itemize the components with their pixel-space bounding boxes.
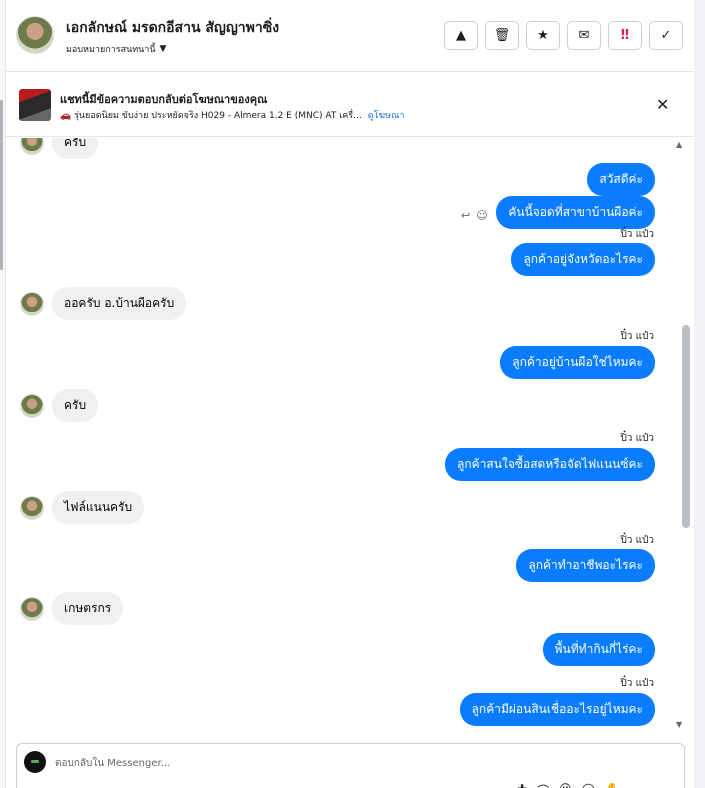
check-icon: ✓: [660, 28, 672, 43]
banner-title: แชทนี้มีข้อความตอบกลับต่อโฆษณาของคุณ: [60, 93, 268, 106]
envelope-icon: ✉: [578, 28, 590, 43]
message-bubble-outgoing[interactable]: ลูกค้าอยู่จังหวัดอะไรคะ: [511, 243, 655, 276]
message-bubble-outgoing[interactable]: ลูกค้าอยู่บ้านผือใช่ไหมคะ: [500, 346, 655, 379]
reply-input[interactable]: ตอบกลับใน Messenger...: [55, 756, 170, 771]
seen-by-label: ปิ๋ว แป๋ว: [620, 678, 654, 689]
ad-reply-banner: แชทนี้มีข้อความตอบกลับต่อโฆษณาของคุณ 🚗 ร…: [6, 73, 694, 137]
avatar: [20, 393, 44, 418]
message-bubble-outgoing[interactable]: พื้นที่ทำกินกี่ไร่คะ: [542, 633, 655, 666]
chat-scrollbar-thumb[interactable]: [682, 325, 690, 528]
seen-by-label: ปิ๋ว แป๋ว: [620, 331, 654, 342]
like-icon[interactable]: ✋: [605, 782, 620, 788]
message-bubble[interactable]: เกษตรกร: [52, 592, 124, 625]
header-actions: ▲ 🗑 ★ ✉ ‼ ✓: [444, 21, 683, 50]
caret-down-icon: ▼: [159, 44, 167, 54]
warning-icon: ▲: [456, 28, 466, 43]
message-incoming: เกษตรกร: [20, 592, 124, 625]
message-bubble[interactable]: ออครับ อ.บ้านผือครับ: [52, 287, 187, 320]
conversation-header: เอกลักษณ์ มรดกอีสาน สัญญาพาซิ่ง มอบหมายก…: [6, 0, 694, 72]
trash-icon: 🗑: [493, 28, 511, 43]
message-incoming: ออครับ อ.บ้านผือครับ: [20, 287, 187, 320]
tool-icon[interactable]: ✚: [517, 782, 527, 788]
warning-button[interactable]: ▲: [444, 21, 478, 50]
exclamation-icon: ‼: [620, 28, 630, 43]
message-bubble-outgoing[interactable]: คันนี้จอดที่สาขาบ้านผือค่ะ: [496, 196, 655, 229]
message-bubble-outgoing[interactable]: สวัสดีค่ะ: [587, 163, 655, 196]
contact-name[interactable]: เอกลักษณ์ มรดกอีสาน สัญญาพาซิ่ง: [66, 17, 279, 39]
message-actions: ↩ ☺: [461, 209, 488, 222]
page-avatar: [24, 751, 46, 773]
seen-by-label: ปิ๋ว แป๋ว: [620, 433, 654, 444]
contact-avatar[interactable]: [16, 16, 54, 54]
close-icon[interactable]: ✕: [656, 95, 669, 114]
reply-icon[interactable]: ↩: [461, 209, 470, 222]
delete-button[interactable]: 🗑: [485, 21, 519, 50]
message-bubble[interactable]: ไฟล์แนนครับ: [52, 491, 145, 524]
left-scrollbar[interactable]: [0, 100, 3, 270]
message-bubble[interactable]: ครับ: [52, 389, 99, 422]
message-bubble-outgoing[interactable]: ลูกค้ามีผ่อนสินเชื่ออะไรอยู่ไหมคะ: [459, 693, 655, 726]
avatar: [20, 291, 44, 316]
emoji-icon[interactable]: ☺: [559, 782, 572, 788]
star-icon: ★: [537, 28, 549, 43]
reply-composer: ตอบกลับใน Messenger... ✚ ⌒ ☺ ◯ ✋: [16, 743, 685, 788]
attach-icon[interactable]: ⌒: [537, 782, 549, 788]
view-ad-link[interactable]: ดูโฆษณา: [368, 108, 405, 122]
message-bubble[interactable]: ครับ: [52, 138, 99, 159]
mark-unread-button[interactable]: ✉: [567, 21, 601, 50]
star-button[interactable]: ★: [526, 21, 560, 50]
messenger-inbox-window: เอกลักษณ์ มรดกอีสาน สัญญาพาซิ่ง มอบหมายก…: [0, 0, 705, 788]
message-bubble-outgoing[interactable]: ลูกค้าทำอาชีพอะไรคะ: [516, 549, 655, 582]
message-incoming: ครับ: [20, 389, 99, 422]
avatar: [20, 138, 44, 155]
seen-by-label: ปิ๋ว แป๋ว: [620, 229, 654, 240]
message-incoming: ครับ: [20, 138, 99, 159]
scroll-down-arrow-icon[interactable]: ▼: [676, 720, 682, 729]
message-thread[interactable]: ครับ สวัสดีค่ะ ↩ ☺ คันนี้จอดที่สาขาบ้านผ…: [6, 138, 694, 738]
emoji-react-icon[interactable]: ☺: [476, 209, 487, 222]
avatar: [20, 495, 44, 520]
assign-conversation-dropdown[interactable]: มอบหมายการสนทนานี้ ▼: [66, 42, 166, 56]
composer-toolbar: ✚ ⌒ ☺ ◯ ✋: [517, 782, 620, 788]
banner-subtitle: 🚗 รุ่นยอดนิยม ขับง่าย ประหยัดจริง H029 -…: [60, 108, 404, 122]
gif-icon[interactable]: ◯: [582, 782, 595, 788]
message-incoming: ไฟล์แนนครับ: [20, 491, 145, 524]
seen-by-label: ปิ๋ว แป๋ว: [620, 535, 654, 546]
ad-description: 🚗 รุ่นยอดนิยม ขับง่าย ประหยัดจริง H029 -…: [60, 111, 362, 121]
scroll-up-arrow-icon[interactable]: ▲: [676, 140, 682, 149]
message-bubble-outgoing[interactable]: ลูกค้าสนใจซื้อสดหรือจัดไฟแนนซ์คะ: [445, 448, 655, 481]
right-panel-edge: [694, 0, 705, 788]
assign-label: มอบหมายการสนทนานี้: [66, 45, 156, 55]
mark-done-button[interactable]: ✓: [649, 21, 683, 50]
ad-thumbnail[interactable]: [19, 89, 51, 121]
avatar: [20, 596, 44, 621]
follow-up-button[interactable]: ‼: [608, 21, 642, 50]
